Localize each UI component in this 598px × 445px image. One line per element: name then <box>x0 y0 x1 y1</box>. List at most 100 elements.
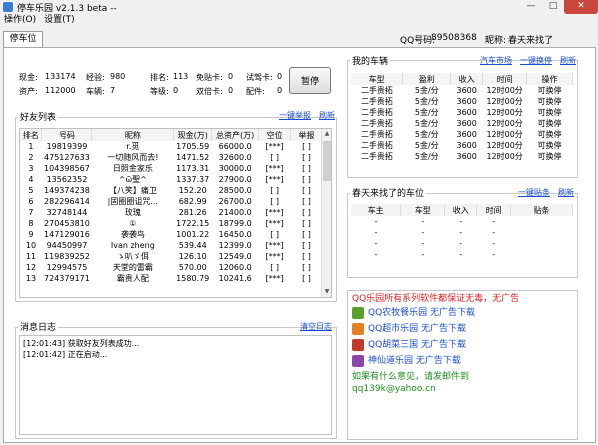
col-total-assets[interactable]: 总资产(万) <box>211 129 260 141</box>
feedback-email[interactable]: qq139k@yahoo.cn <box>352 383 573 395</box>
log-textbox[interactable]: [12:01:43] 获取好友列表成功... [12:01:42] 正在启动..… <box>19 335 332 435</box>
table-cell: ① <box>129 219 137 228</box>
col-report[interactable]: 举报 <box>290 129 323 141</box>
table-cell: [ ] <box>302 263 311 272</box>
friend-row[interactable]: 13 724379171 霸贵人配 1580.79 10241.6 [***] [ ] <box>20 273 323 284</box>
table-cell: 13562352 <box>46 175 88 184</box>
col-spot-car-model[interactable]: 车型 <box>400 204 446 216</box>
close-button[interactable]: ✕ <box>564 0 598 14</box>
table-cell: 12时00分 <box>486 97 523 106</box>
spot-row[interactable]: ---- <box>351 216 573 227</box>
table-cell: 12时00分 <box>486 108 523 117</box>
minimize-button[interactable]: — <box>520 0 542 14</box>
scroll-up-icon[interactable]: ▲ <box>322 129 331 139</box>
table-cell: 281.26 <box>178 208 207 217</box>
swap-all-link[interactable]: 一键换停 <box>520 55 552 66</box>
table-cell: 7 <box>28 208 34 217</box>
car-row[interactable]: 二手贵拓 5金/分 3600 12时00分 可换停 <box>351 151 573 162</box>
car-row[interactable]: 二手贵拓 5金/分 3600 12时00分 可换停 <box>351 85 573 96</box>
car-row[interactable]: 二手贵拓 5金/分 3600 12时00分 可换停 <box>351 129 573 140</box>
friend-row[interactable]: 2 475127633 一切随风而去! 1471.52 32600.0 [ ] [ ] <box>20 152 323 163</box>
clear-log-link[interactable]: 清空日志 <box>300 321 332 332</box>
car-row[interactable]: 二手贵拓 5金/分 3600 12时00分 可换停 <box>351 118 573 129</box>
friends-scrollbar[interactable]: ▲ ▼ <box>321 129 331 297</box>
friend-row[interactable]: 3 104398567 日照金家乐 1173.31 30000.0 [***] [ ] <box>20 163 323 174</box>
table-cell: 5金/分 <box>414 141 439 150</box>
table-cell: 21400.0 <box>218 208 252 217</box>
maximize-button[interactable]: □ <box>542 0 564 14</box>
friend-row[interactable]: 5 149374238 【八笑】痛卫 152.20 28500.0 [ ] [ ] <box>20 185 323 196</box>
friend-row[interactable]: 4 13562352 ^ω̃聖^ 1337.37 27900.0 [***] [ ] <box>20 174 323 185</box>
ad-link-pasture[interactable]: QQ农牧餐乐园 无广告下载 <box>352 305 573 321</box>
col-owner[interactable]: 车主 <box>351 204 402 216</box>
report-all-link[interactable]: 一键举报 <box>279 110 311 121</box>
friend-row[interactable]: 12 12994575 天堂的雷霸 570.00 12060.0 [ ] [ ] <box>20 262 323 273</box>
table-cell: 475127633 <box>44 153 90 162</box>
table-cell: 682.99 <box>178 197 207 206</box>
tab-parking[interactable]: 停车位 <box>3 31 43 48</box>
ad-link-label[interactable]: QQ农牧餐乐园 无广告下载 <box>368 305 475 321</box>
car-row[interactable]: 二手贵拓 5金/分 3600 12时00分 可换停 <box>351 96 573 107</box>
scroll-thumb[interactable] <box>323 141 331 181</box>
ad-link-supermarket[interactable]: QQ超市乐园 无广告下载 <box>352 321 573 337</box>
menu-operate[interactable]: 操作(O) <box>0 14 40 27</box>
col-rank[interactable]: 排名 <box>20 129 43 141</box>
car-row[interactable]: 二手贵拓 5金/分 3600 12时00分 可换停 <box>351 140 573 151</box>
table-cell: - <box>421 239 425 248</box>
scroll-down-icon[interactable]: ▼ <box>322 287 331 297</box>
col-ticket[interactable]: 贴条 <box>510 204 573 216</box>
friend-row[interactable]: 1 19819399 r.觅 1705.59 66000.0 [***] [ ] <box>20 141 323 152</box>
ad-link-three-kingdoms[interactable]: QQ胡菜三国 无广告下载 <box>352 337 573 353</box>
free-card-value: 0 <box>228 72 234 81</box>
car-row[interactable]: 二手贵拓 5金/分 3600 12时00分 可换停 <box>351 107 573 118</box>
car-market-link[interactable]: 汽车市场 <box>480 55 512 66</box>
ad-link-label[interactable]: 神仙道乐园 无广告下载 <box>368 353 461 369</box>
my-cars-refresh-link[interactable]: 刷新 <box>560 55 576 66</box>
col-nickname[interactable]: 昵称 <box>91 129 175 141</box>
parts-value: 0 <box>277 86 283 95</box>
friend-row[interactable]: 11 119839252 ゝ叭ゞ佴 126.10 12549.0 [***] [ ] <box>20 251 323 262</box>
friend-row[interactable]: 10 94450997 Ivan zheng 539.44 12399.0 [***] [ … <box>20 240 323 251</box>
col-qq[interactable]: 号码 <box>41 129 93 141</box>
pause-button[interactable]: 暂停 <box>289 67 331 94</box>
menu-settings[interactable]: 设置(T) <box>40 14 79 27</box>
col-spot-income[interactable]: 收入 <box>444 204 478 216</box>
spots-refresh-link[interactable]: 刷新 <box>558 187 574 198</box>
table-cell: [ ] <box>270 197 279 206</box>
table-cell: 19819399 <box>46 142 88 151</box>
col-cash[interactable]: 现金(万) <box>173 129 213 141</box>
col-income[interactable]: 收入 <box>450 73 484 85</box>
ad-link-immortal[interactable]: 神仙道乐园 无广告下载 <box>352 353 573 369</box>
ticket-all-link[interactable]: 一键贴条 <box>518 187 550 198</box>
parts-label: 配件: <box>246 87 265 96</box>
ad-link-label[interactable]: QQ胡菜三国 无广告下载 <box>368 337 466 353</box>
friend-row[interactable]: 7 32748144 玫瑰 281.26 21400.0 [***] [ ] <box>20 207 323 218</box>
col-profit[interactable]: 盈利 <box>402 73 452 85</box>
col-time[interactable]: 时间 <box>482 73 528 85</box>
spot-row[interactable]: ---- <box>351 238 573 249</box>
ad-link-label[interactable]: QQ超市乐园 无广告下载 <box>368 321 466 337</box>
col-car-model[interactable]: 车型 <box>351 73 404 85</box>
parking-spots-table: 车主 车型 收入 时间 贴条 - - - - - - - - - - - - - - - - <box>351 204 573 260</box>
table-cell: 1471.52 <box>176 153 210 162</box>
col-action[interactable]: 操作 <box>526 73 573 85</box>
col-empty-spot[interactable]: 空位 <box>258 129 292 141</box>
table-cell: 94450997 <box>46 241 88 250</box>
spot-row[interactable]: ---- <box>351 227 573 238</box>
cars-value: 7 <box>110 86 116 95</box>
table-cell: 66000.0 <box>218 142 252 151</box>
table-cell: - <box>374 250 378 259</box>
spot-row[interactable]: ---- <box>351 249 573 260</box>
col-spot-time[interactable]: 时间 <box>476 204 512 216</box>
table-cell: [ ] <box>302 153 311 162</box>
friend-row[interactable]: 6 282296414 |固圈圈诅咒... 682.99 26700.0 [ ] [ ] <box>20 196 323 207</box>
friend-row[interactable]: 9 147129016 袭袭鸟 1001.22 16450.0 [ ] [ ] <box>20 229 323 240</box>
table-cell: [ ] <box>302 164 311 173</box>
friends-header-row: 排名 号码 昵称 现金(万) 总资产(万) 空位 举报 <box>20 129 323 141</box>
friends-refresh-link[interactable]: 刷新 <box>319 110 335 121</box>
cash-value: 133174 <box>45 72 76 81</box>
qq-label: QQ号码: <box>400 36 436 46</box>
table-cell: 二手贵拓 <box>360 141 393 150</box>
friend-row[interactable]: 8 270453810 ① 1722.15 18799.0 [***] [ ] <box>20 218 323 229</box>
table-cell: 149374238 <box>44 186 90 195</box>
